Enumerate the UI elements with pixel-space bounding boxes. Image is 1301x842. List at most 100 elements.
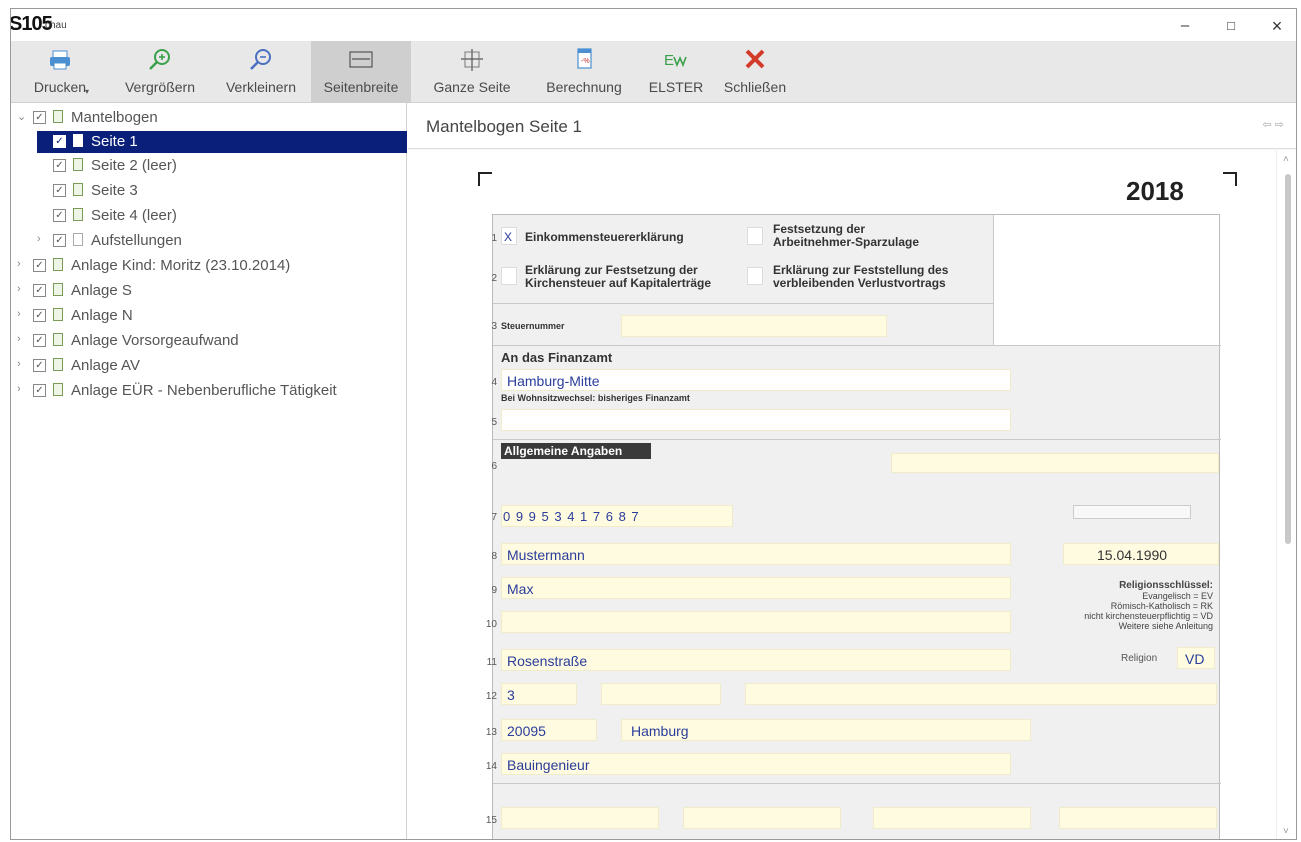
close-document-label: Schließen bbox=[723, 79, 787, 95]
page-width-button[interactable]: Seitenbreite bbox=[311, 41, 411, 103]
tree-item-label: Anlage N bbox=[71, 307, 133, 324]
calculation-button[interactable]: -% Berechnung bbox=[531, 41, 637, 103]
vorname-field[interactable] bbox=[501, 577, 1011, 599]
checkbox-icon[interactable]: ✓ bbox=[53, 184, 66, 197]
tree-item-seite-4[interactable]: ✓ Seite 4 (leer) bbox=[11, 205, 407, 227]
whole-page-label: Ganze Seite bbox=[433, 79, 511, 95]
vorname-value: Max bbox=[507, 581, 534, 597]
page-width-label: Seitenbreite bbox=[323, 79, 399, 95]
tree-item-anlage-s[interactable]: › ✓ Anlage S bbox=[11, 280, 407, 302]
tree-item-seite-1[interactable]: ✓ Seite 1 bbox=[11, 131, 407, 153]
religion-key: Religionsschlüssel: Evangelisch = EV Röm… bbox=[1084, 580, 1213, 632]
line-number: 6 bbox=[491, 461, 497, 472]
checkbox-icon[interactable]: ✓ bbox=[33, 359, 46, 372]
checkbox-icon[interactable]: ✓ bbox=[33, 334, 46, 347]
checkbox-icon[interactable]: ✓ bbox=[33, 259, 46, 272]
plz-value: 20095 bbox=[507, 723, 546, 739]
religion-key-line: Evangelisch = EV bbox=[1142, 591, 1213, 601]
tree-item-label: Anlage EÜR - Nebenberufliche Tätigkeit bbox=[71, 382, 337, 399]
elster-button[interactable]: E ELSTER bbox=[641, 41, 711, 103]
chevron-right-icon[interactable]: › bbox=[17, 383, 21, 395]
chevron-right-icon[interactable]: › bbox=[17, 258, 21, 270]
maximize-button[interactable]: □ bbox=[1217, 15, 1245, 37]
strasse-value: Rosenstraße bbox=[507, 653, 588, 669]
checkbox-icon[interactable]: ✓ bbox=[53, 159, 66, 172]
religion-key-line: nicht kirchensteuerpflichtig = VD bbox=[1084, 611, 1213, 621]
bisheriges-finanzamt-field[interactable] bbox=[501, 409, 1011, 431]
idnr-button[interactable] bbox=[1073, 505, 1191, 519]
scroll-up-icon[interactable]: ˄ bbox=[1283, 154, 1289, 165]
tree-item-anlage-n[interactable]: › ✓ Anlage N bbox=[11, 305, 407, 327]
line-number: 7 bbox=[491, 512, 497, 523]
tree-item-anlage-vorsorgeaufwand[interactable]: › ✓ Anlage Vorsorgeaufwand bbox=[11, 330, 407, 352]
scroll-down-icon[interactable]: ˅ bbox=[1283, 826, 1289, 837]
whole-page-button[interactable]: Ganze Seite bbox=[421, 41, 523, 103]
geschieden-seit-field[interactable] bbox=[873, 807, 1031, 829]
page-nav-arrows-icon[interactable]: ⇦ ⇨ bbox=[1263, 118, 1285, 131]
tree-item-anlage-av[interactable]: › ✓ Anlage AV bbox=[11, 355, 407, 377]
religion-key-title: Religionsschlüssel: bbox=[1119, 580, 1213, 591]
chevron-right-icon[interactable]: › bbox=[17, 333, 21, 345]
option-label: Erklärung zur Feststellung des bbox=[773, 263, 949, 277]
verwitwet-seit-field[interactable] bbox=[683, 807, 841, 829]
checkbox-icon[interactable]: ✓ bbox=[33, 384, 46, 397]
phone-field[interactable] bbox=[891, 453, 1219, 473]
zoom-out-button[interactable]: Verkleinern bbox=[211, 41, 311, 103]
tax-form: 1 X Einkommensteuererklärung Festsetzung… bbox=[486, 214, 1221, 839]
line-number: 5 bbox=[491, 417, 497, 428]
dauernd-getrennt-field[interactable] bbox=[1059, 807, 1217, 829]
chevron-right-icon[interactable]: › bbox=[17, 358, 21, 370]
tree-item-label: Anlage Vorsorgeaufwand bbox=[71, 332, 239, 349]
religion-key-line: Römisch-Katholisch = RK bbox=[1110, 601, 1213, 611]
adressergaenzung-field[interactable] bbox=[745, 683, 1217, 705]
zoom-in-button[interactable]: Vergrößern bbox=[109, 41, 211, 103]
tree-item-anlage-kind[interactable]: › ✓ Anlage Kind: Moritz (23.10.2014) bbox=[11, 255, 407, 277]
titel-field[interactable] bbox=[501, 611, 1011, 633]
minimize-button[interactable]: – bbox=[1171, 15, 1199, 37]
close-document-button[interactable]: Schließen bbox=[715, 41, 795, 103]
checkbox-icon[interactable]: ✓ bbox=[53, 209, 66, 222]
checkbox-kirchensteuer[interactable] bbox=[501, 267, 517, 285]
religion-value: VD bbox=[1185, 651, 1205, 667]
chevron-right-icon[interactable]: › bbox=[17, 283, 21, 295]
tree-item-anlage-eur[interactable]: › ✓ Anlage EÜR - Nebenberufliche Tätigke… bbox=[11, 380, 407, 402]
line-number: 1 bbox=[491, 233, 497, 244]
section-heading: An das Finanzamt bbox=[501, 350, 613, 365]
steuernummer-field[interactable] bbox=[621, 315, 887, 337]
document-icon bbox=[53, 258, 63, 271]
tree-item-aufstellungen[interactable]: › ✓ Aufstellungen bbox=[11, 230, 407, 252]
document-icon bbox=[53, 358, 63, 371]
verheiratet-seit-field[interactable] bbox=[501, 807, 659, 829]
elster-icon: E bbox=[664, 52, 687, 69]
tree-item-seite-3[interactable]: ✓ Seite 3 bbox=[11, 180, 407, 202]
checkbox-icon[interactable]: ✓ bbox=[33, 284, 46, 297]
tree-item-seite-2[interactable]: ✓ Seite 2 (leer) bbox=[11, 155, 407, 177]
line-number: 12 bbox=[485, 691, 497, 702]
finanzamt-value: Hamburg-Mitte bbox=[507, 373, 600, 389]
checkbox-icon[interactable]: ✓ bbox=[53, 234, 66, 247]
field-label: Bei Wohnsitzwechsel: bisheriges Finanzam… bbox=[501, 393, 690, 403]
calculation-label: Berechnung bbox=[546, 79, 622, 95]
app-window: S105 chau – □ × Drucken ▾ Vergrößern Ver… bbox=[10, 8, 1297, 840]
scrollbar-thumb[interactable] bbox=[1285, 174, 1291, 544]
chevron-right-icon[interactable]: › bbox=[37, 233, 41, 245]
hausnummerzusatz-field[interactable] bbox=[601, 683, 721, 705]
divider bbox=[493, 303, 993, 304]
checkbox-icon[interactable]: ✓ bbox=[33, 111, 46, 124]
document-icon bbox=[73, 134, 83, 147]
close-window-button[interactable]: × bbox=[1263, 15, 1291, 37]
chevron-right-icon[interactable]: › bbox=[17, 308, 21, 320]
checkbox-icon[interactable]: ✓ bbox=[33, 309, 46, 322]
crop-mark-top-right bbox=[1223, 172, 1237, 186]
page-width-icon bbox=[349, 51, 373, 68]
tree-item-label: Seite 1 bbox=[91, 133, 138, 150]
checkbox-verlustvortrag[interactable] bbox=[747, 267, 763, 285]
svg-text:E: E bbox=[664, 52, 674, 69]
checkbox-icon[interactable]: ✓ bbox=[53, 135, 66, 148]
chevron-down-icon[interactable]: ⌄ bbox=[17, 110, 26, 123]
checkbox-sparzulage[interactable] bbox=[747, 227, 763, 245]
print-dropdown-chevron-icon[interactable]: ▾ bbox=[85, 87, 89, 96]
vertical-scrollbar[interactable]: ˄ ˅ bbox=[1276, 150, 1296, 839]
tree-item-mantelbogen[interactable]: ⌄ ✓ Mantelbogen bbox=[11, 107, 407, 129]
print-button[interactable]: Drucken ▾ bbox=[11, 41, 109, 103]
